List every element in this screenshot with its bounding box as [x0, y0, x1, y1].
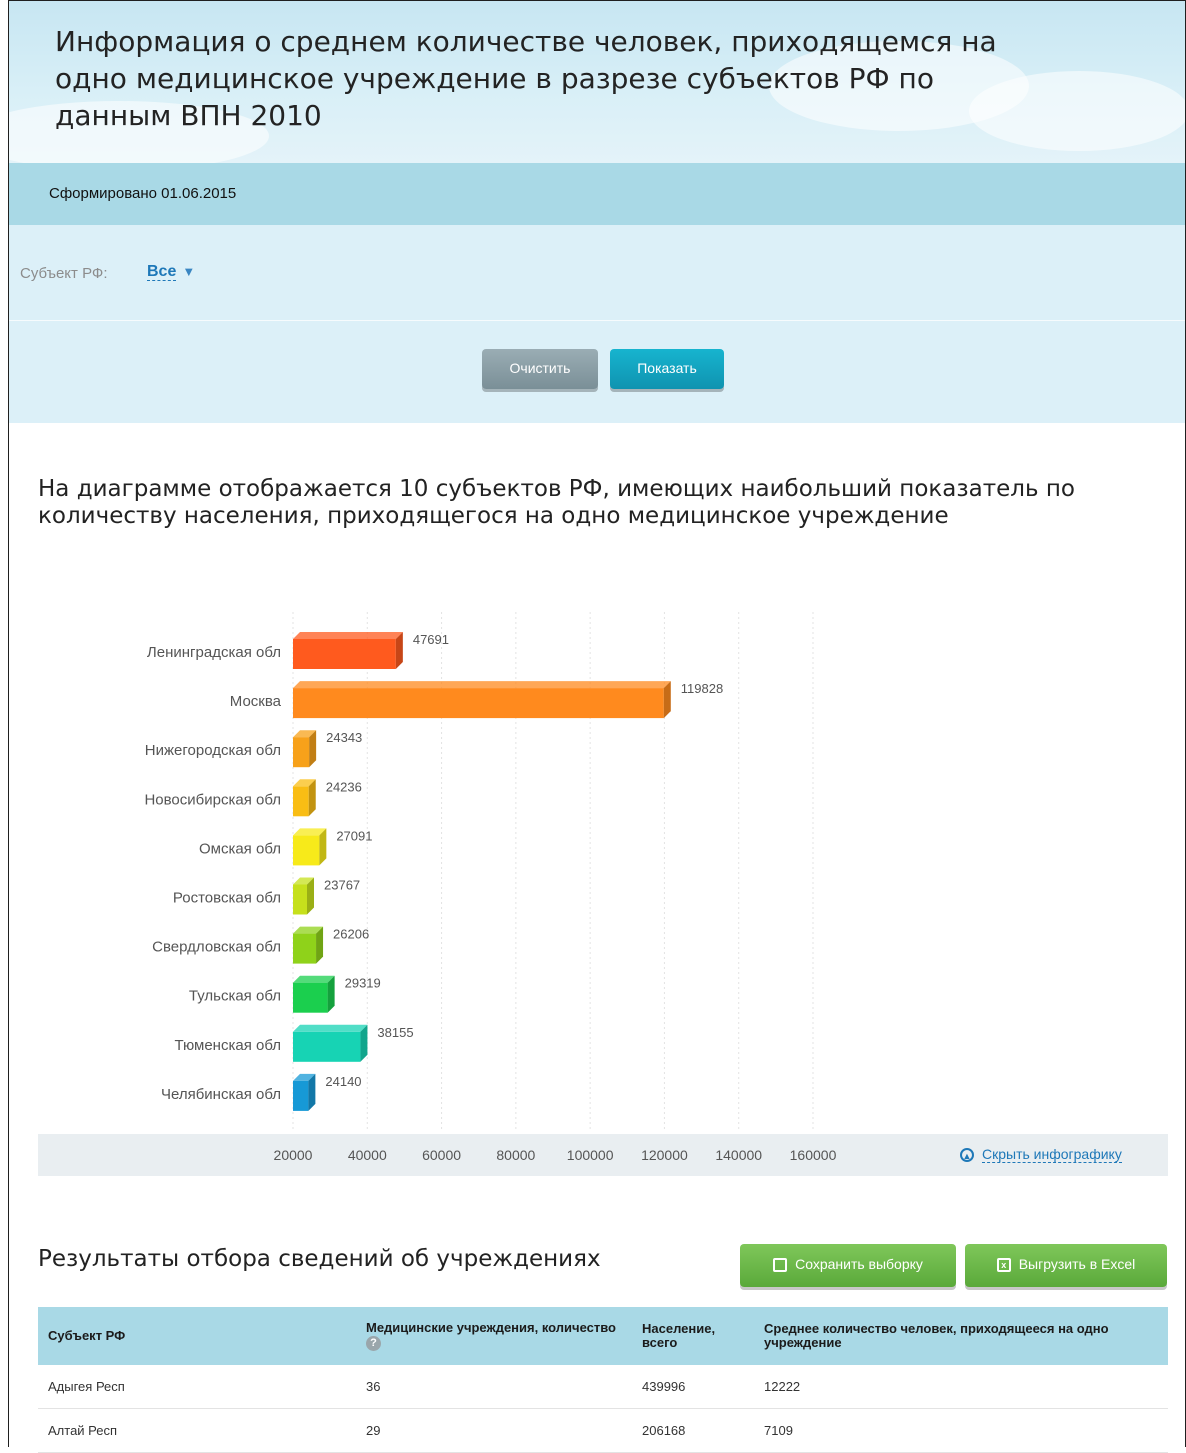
col-average: Среднее количество человек, приходящееся… — [754, 1307, 1168, 1365]
bar — [293, 1073, 316, 1111]
filter-panel: Субъект РФ: Все ▼ — [9, 225, 1185, 423]
generated-bar: Сформировано 01.06.2015 — [9, 163, 1185, 225]
bar-chart: 20000 40000 60000 80000 100000 120000 140000 16… — [144, 612, 837, 1163]
value-label: 29319 — [345, 976, 381, 991]
category-label: Тюменская обл — [174, 1037, 281, 1054]
category-label: Челябинская обл — [161, 1086, 281, 1103]
category-label: Свердловская обл — [152, 939, 281, 956]
show-button[interactable]: Показать — [610, 349, 724, 389]
bar — [293, 975, 335, 1013]
generated-date: Сформировано 01.06.2015 — [49, 185, 237, 202]
x-tick-label: 20000 — [274, 1147, 313, 1163]
category-label: Новосибирская обл — [144, 791, 281, 808]
col-population: Население, всего — [632, 1307, 754, 1365]
clear-button[interactable]: Очистить — [482, 349, 598, 389]
x-tick-label: 80000 — [496, 1147, 535, 1163]
save-icon — [773, 1258, 788, 1273]
value-label: 26206 — [333, 927, 369, 942]
subject-filter-label: Субъект РФ: — [20, 265, 108, 282]
x-tick-label: 160000 — [790, 1147, 837, 1163]
value-label: 24140 — [325, 1074, 361, 1089]
cell-institutions: 36 — [356, 1365, 632, 1409]
page-title: Информация о среднем количестве человек,… — [55, 25, 997, 132]
value-label: 47691 — [413, 632, 449, 647]
cell-subject: Адыгея Респ — [38, 1365, 356, 1409]
cell-average: 12222 — [754, 1365, 1168, 1409]
category-label: Ростовская обл — [173, 890, 281, 907]
chevron-up-icon: ▲ — [960, 1148, 974, 1163]
excel-icon: x — [996, 1258, 1011, 1273]
col-subject: Субъект РФ — [38, 1307, 356, 1365]
value-label: 24236 — [326, 779, 362, 794]
x-tick-label: 100000 — [567, 1147, 614, 1163]
bar — [293, 730, 317, 768]
col-institutions: Медицинские учреждения, количество ? — [356, 1307, 632, 1365]
hide-infographic-link[interactable]: ▲ Скрыть инфографику — [960, 1146, 1122, 1163]
category-label: Тульская обл — [189, 988, 281, 1005]
x-tick-label: 140000 — [715, 1147, 762, 1163]
value-label: 119828 — [681, 681, 723, 696]
save-selection-button[interactable]: Сохранить выборку — [740, 1244, 956, 1287]
table-row: Адыгея Респ 36 439996 12222 — [38, 1365, 1168, 1409]
header-banner: Информация о среднем количестве человек,… — [9, 1, 1185, 171]
category-label: Ленинградская обл — [147, 644, 281, 661]
bar — [293, 1024, 368, 1062]
results-table: Субъект РФ Медицинские учреждения, колич… — [38, 1307, 1168, 1453]
subject-filter-select[interactable]: Все ▼ — [147, 263, 195, 281]
bar — [293, 926, 324, 964]
chevron-down-icon: ▼ — [182, 264, 196, 279]
bar — [293, 681, 671, 719]
chart-note: На диаграмме отображается 10 субъектов Р… — [38, 476, 1075, 529]
value-label: 27091 — [336, 828, 372, 843]
table-header-row: Субъект РФ Медицинские учреждения, колич… — [38, 1307, 1168, 1365]
value-label: 23767 — [324, 878, 360, 893]
cell-population: 439996 — [632, 1365, 754, 1409]
results-title: Результаты отбора сведений об учреждения… — [38, 1246, 601, 1272]
value-label: 24343 — [326, 730, 362, 745]
subject-filter-value: Все — [147, 263, 177, 281]
bar — [293, 828, 327, 866]
help-icon[interactable]: ? — [366, 1335, 381, 1351]
category-label: Москва — [230, 693, 282, 710]
divider — [9, 320, 1185, 321]
bar — [293, 877, 314, 915]
export-excel-button[interactable]: x Выгрузить в Excel — [965, 1244, 1167, 1287]
value-label: 38155 — [377, 1025, 413, 1040]
category-label: Нижегородская обл — [145, 742, 281, 759]
x-tick-label: 60000 — [422, 1147, 461, 1163]
bar — [293, 779, 316, 817]
bar — [293, 632, 403, 669]
category-label: Омская обл — [199, 840, 281, 857]
x-tick-label: 40000 — [348, 1147, 387, 1163]
x-tick-label: 120000 — [641, 1147, 688, 1163]
